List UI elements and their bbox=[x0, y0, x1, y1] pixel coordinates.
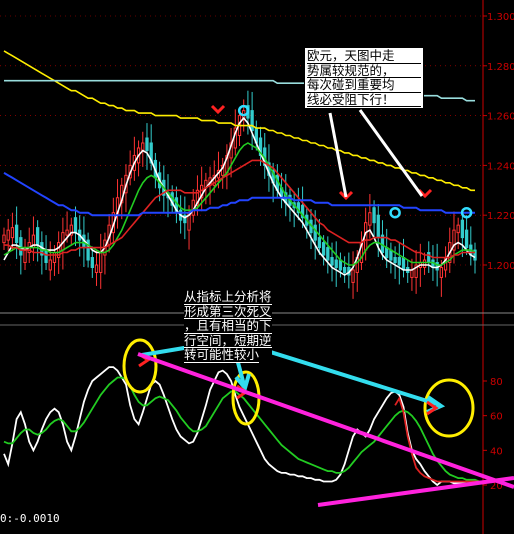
candle-body bbox=[368, 212, 372, 226]
osc-tick-label: 80 bbox=[490, 377, 503, 388]
chart-canvas: 1.3001.2801.2601.2401.2201.20080604020 bbox=[0, 0, 514, 534]
candle-body bbox=[94, 264, 99, 273]
annotation-pointer bbox=[328, 112, 348, 198]
candle-body bbox=[342, 266, 347, 273]
price-tick-label: 1.300 bbox=[487, 12, 514, 23]
candle-body bbox=[23, 249, 27, 264]
annotation-middle-line: ，且有相当的下 bbox=[184, 318, 272, 334]
annotation-top-line: 线必受阻下行！ bbox=[307, 93, 421, 108]
annotation-middle-line: 从指标上分析将 bbox=[184, 289, 272, 305]
price-tick-label: 1.280 bbox=[487, 62, 514, 73]
osc-tick-label: 60 bbox=[490, 412, 503, 423]
price-tick-label: 1.200 bbox=[487, 261, 514, 272]
annotation-top-line: 每次碰到重要均 bbox=[307, 78, 421, 93]
annotation-middle-line: 形成第三次死叉 bbox=[184, 303, 272, 320]
candle-body bbox=[351, 269, 355, 283]
candle-body bbox=[48, 259, 52, 271]
candle-body bbox=[464, 229, 469, 249]
candle-body bbox=[250, 110, 254, 132]
annotation-middle-line: 行空间，短期逆 bbox=[184, 332, 272, 349]
candle-body bbox=[460, 219, 465, 239]
touch-marker-circle bbox=[389, 206, 401, 219]
candle-body bbox=[313, 224, 317, 241]
candle-body bbox=[73, 217, 78, 234]
candle-body bbox=[90, 257, 94, 268]
moving-average-line bbox=[3, 142, 476, 266]
candle-body bbox=[14, 224, 19, 244]
candle-body bbox=[372, 207, 376, 224]
candle-body bbox=[456, 224, 460, 234]
candle-body bbox=[326, 247, 330, 261]
osc-tick-label: 40 bbox=[490, 446, 503, 457]
candle-body bbox=[439, 266, 444, 278]
annotation-top: 欧元，天图中走 势属较规范的， 每次碰到重要均 线必受阻下行！ bbox=[304, 47, 424, 110]
candle-body bbox=[427, 252, 431, 264]
candle-body bbox=[330, 257, 334, 266]
candle-body bbox=[410, 269, 414, 278]
candle-body bbox=[334, 259, 338, 268]
indicator-status-text: 0:-0.0010 bbox=[0, 512, 60, 525]
candle-body bbox=[376, 214, 380, 239]
price-tick-label: 1.240 bbox=[487, 161, 514, 172]
annotation-middle: 从指标上分析将 形成第三次死叉 ，且有相当的下 行空间，短期逆 转可能性较小 bbox=[184, 290, 272, 363]
chart-window: { "annotations": { "top": ["欧元，天图中走", "势… bbox=[0, 0, 514, 534]
moving-average-line bbox=[3, 172, 475, 217]
candle-body bbox=[338, 259, 343, 271]
annotation-top-line: 欧元，天图中走 bbox=[307, 49, 421, 64]
red-arrow bbox=[210, 104, 226, 115]
candle-body bbox=[389, 249, 393, 261]
candle-body bbox=[6, 229, 10, 241]
price-tick-label: 1.260 bbox=[487, 112, 514, 123]
candle-body bbox=[317, 237, 322, 249]
candle-body bbox=[393, 257, 397, 264]
annotation-pointer bbox=[358, 109, 424, 197]
candle-body bbox=[10, 227, 15, 239]
candle-body bbox=[35, 227, 40, 246]
candle-body bbox=[2, 234, 6, 244]
candle-body bbox=[321, 242, 326, 256]
candle-body bbox=[44, 249, 48, 264]
oscillator-line bbox=[394, 396, 484, 483]
candle-body bbox=[52, 252, 57, 264]
price-tick-label: 1.220 bbox=[487, 211, 514, 222]
candle-body bbox=[65, 229, 69, 236]
candle-body bbox=[99, 252, 103, 273]
candle-body bbox=[401, 257, 406, 271]
candle-body bbox=[141, 142, 145, 151]
annotation-middle-line: 转可能性较小 bbox=[184, 347, 260, 363]
annotation-top-line: 势属较规范的， bbox=[307, 63, 421, 79]
candle-body bbox=[422, 259, 427, 268]
trendline-magenta bbox=[137, 352, 514, 489]
trendline-magenta bbox=[317, 476, 514, 507]
candle-body bbox=[145, 137, 149, 151]
candle-body bbox=[397, 257, 401, 266]
candle-body bbox=[385, 247, 389, 259]
